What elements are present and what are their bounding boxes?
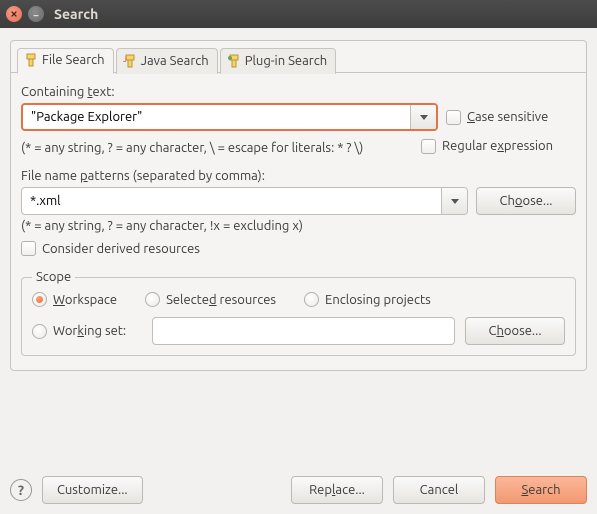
dialog-footer: ? Customize... Replace... Cancel Search bbox=[10, 456, 587, 504]
scope-workspace-label: Workspace bbox=[53, 293, 117, 307]
help-icon[interactable]: ? bbox=[10, 479, 32, 501]
scope-legend: Scope bbox=[32, 270, 75, 284]
flashlight-icon bbox=[24, 53, 38, 67]
workingset-input[interactable] bbox=[152, 317, 455, 345]
window-title: Search bbox=[54, 6, 98, 22]
tab-plugin-search[interactable]: Plug-in Search bbox=[220, 48, 336, 74]
tab-java-search[interactable]: J Java Search bbox=[116, 48, 218, 74]
svg-text:J: J bbox=[123, 55, 127, 64]
flashlight-java-icon: J bbox=[123, 54, 137, 68]
titlebar: Search bbox=[0, 0, 597, 28]
containing-text-dropdown[interactable] bbox=[410, 105, 436, 129]
scope-selected-label: Selected resources bbox=[166, 293, 276, 307]
chevron-down-icon bbox=[420, 115, 428, 120]
search-panel: File Search J Java Search Plug-in Search… bbox=[10, 40, 587, 371]
customize-button[interactable]: Customize... bbox=[42, 476, 143, 504]
scope-enclosing-label: Enclosing projects bbox=[325, 293, 431, 307]
case-sensitive-label: Case sensitive bbox=[467, 110, 548, 124]
filename-patterns-hint: (* = any string, ? = any character, !x =… bbox=[21, 219, 576, 233]
regex-checkbox[interactable] bbox=[421, 139, 436, 154]
scope-workingset-radio[interactable] bbox=[32, 324, 47, 339]
derived-checkbox[interactable] bbox=[21, 241, 36, 256]
tab-file-search[interactable]: File Search bbox=[17, 48, 114, 74]
cancel-button[interactable]: Cancel bbox=[393, 476, 485, 504]
choose-workingset-button[interactable]: Choose... bbox=[465, 317, 565, 345]
scope-workingset-label: Working set: bbox=[53, 324, 126, 338]
search-button[interactable]: Search bbox=[495, 476, 587, 504]
chevron-down-icon bbox=[451, 199, 459, 204]
case-sensitive-checkbox[interactable] bbox=[446, 110, 461, 125]
scope-group: Scope Workspace Selected resources Enclo… bbox=[21, 270, 576, 356]
tab-label: Java Search bbox=[141, 54, 209, 68]
filename-patterns-input[interactable] bbox=[22, 188, 441, 214]
minimize-icon[interactable] bbox=[28, 6, 44, 22]
containing-text-input[interactable] bbox=[23, 105, 410, 129]
containing-text-combo[interactable] bbox=[21, 103, 438, 131]
scope-workspace-radio[interactable] bbox=[32, 292, 47, 307]
filename-patterns-dropdown[interactable] bbox=[441, 188, 467, 214]
filename-patterns-label: File name patterns (separated by comma): bbox=[21, 169, 576, 183]
flashlight-plugin-icon bbox=[227, 54, 241, 68]
close-icon[interactable] bbox=[6, 6, 22, 22]
scope-enclosing-radio[interactable] bbox=[304, 292, 319, 307]
derived-label: Consider derived resources bbox=[42, 242, 200, 256]
regex-label: Regular expression bbox=[442, 139, 553, 153]
choose-patterns-button[interactable]: Choose... bbox=[476, 187, 576, 215]
tab-bar: File Search J Java Search Plug-in Search bbox=[11, 41, 586, 73]
filename-patterns-combo[interactable] bbox=[21, 187, 468, 215]
containing-text-label: Containing text: bbox=[21, 85, 576, 99]
tab-label: Plug-in Search bbox=[245, 54, 327, 68]
containing-text-hint: (* = any string, ? = any character, \ = … bbox=[21, 141, 413, 155]
replace-button[interactable]: Replace... bbox=[291, 476, 383, 504]
scope-selected-radio[interactable] bbox=[145, 292, 160, 307]
tab-label: File Search bbox=[42, 53, 105, 67]
